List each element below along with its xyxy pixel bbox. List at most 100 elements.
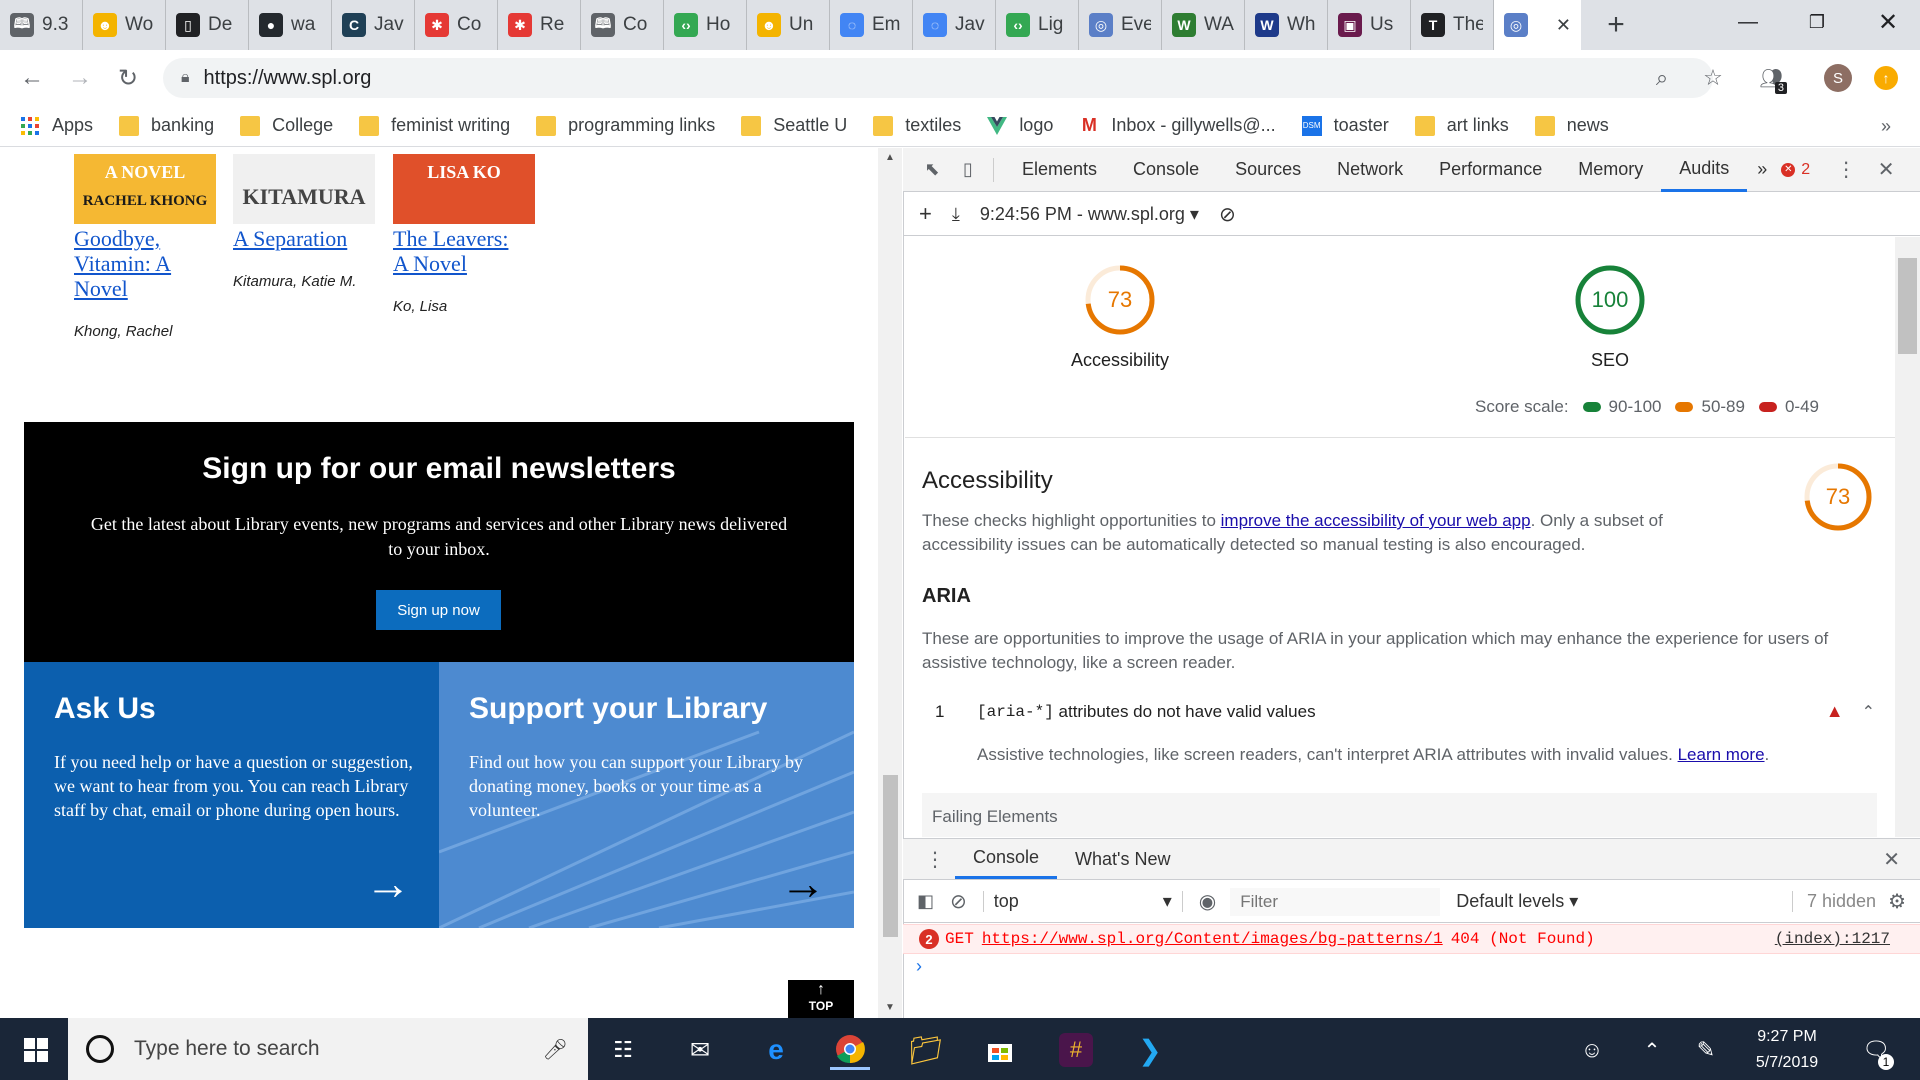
vscode-icon[interactable]: ❯ [1130, 1030, 1170, 1070]
browser-tab[interactable]: C Jav [332, 0, 415, 50]
back-to-top-button[interactable]: ↑ TOP [788, 980, 854, 1018]
page-scrollbar-thumb[interactable] [883, 775, 898, 937]
new-tab-button[interactable]: + [1598, 8, 1634, 42]
browser-tab[interactable]: ✱ Re [498, 0, 581, 50]
taskbar-search-box[interactable]: Type here to search 🎤︎ [68, 1018, 588, 1080]
sidebar-toggle-icon[interactable]: ◧ [917, 891, 934, 912]
score-gauge[interactable]: 73 [1084, 264, 1156, 339]
error-counter[interactable]: ✕ 2 [1781, 161, 1810, 179]
browser-tab[interactable]: ▯ De [166, 0, 249, 50]
improve-accessibility-link[interactable]: improve the accessibility of your web ap… [1221, 511, 1531, 530]
score-gauge[interactable]: 100 [1574, 264, 1646, 339]
close-devtools-icon[interactable]: ✕ [1874, 157, 1898, 182]
bookmark-item[interactable]: College [240, 115, 333, 136]
console-prompt[interactable]: › [916, 956, 922, 977]
scroll-down-icon[interactable]: ▼ [883, 1000, 897, 1014]
browser-tab[interactable]: W WA [1162, 0, 1245, 50]
devtools-tab[interactable]: Elements [1004, 148, 1115, 192]
browser-tab[interactable]: ☻ Un [747, 0, 830, 50]
file-explorer-icon[interactable]: 📁︎ [906, 1030, 946, 1070]
drawer-tab[interactable]: What's New [1057, 839, 1188, 879]
sign-up-button[interactable]: Sign up now [376, 590, 501, 630]
gear-icon[interactable]: ⚙ [1888, 889, 1906, 914]
bookmark-star-icon[interactable]: ☆ [1696, 62, 1730, 94]
back-button[interactable]: ← [14, 60, 50, 96]
download-icon[interactable]: ⤓ [952, 204, 960, 225]
bookmark-item[interactable]: Apps [20, 115, 93, 136]
bookmark-item[interactable]: Seattle U [741, 115, 847, 136]
browser-tab[interactable]: ◌ Jav [913, 0, 996, 50]
edge-icon[interactable]: e [756, 1030, 796, 1070]
zoom-icon[interactable]: ⌕ [1645, 62, 1679, 94]
browser-tab[interactable]: ◎ Eve [1079, 0, 1162, 50]
store-icon[interactable] [980, 1030, 1020, 1070]
clear-icon[interactable]: ⊘ [1219, 202, 1236, 227]
pen-icon[interactable]: ✎ [1686, 1030, 1726, 1070]
task-view-icon[interactable]: ☷ [603, 1030, 643, 1070]
browser-tab[interactable]: ◌ Em [830, 0, 913, 50]
bookmark-item[interactable]: M Inbox - gillywells@... [1079, 115, 1276, 136]
drawer-tab[interactable]: Console [955, 839, 1058, 879]
learn-more-link[interactable]: Learn more [1678, 745, 1765, 764]
device-toolbar-icon[interactable]: ▯ [953, 159, 983, 180]
eye-icon[interactable]: ◉ [1199, 889, 1216, 914]
book-cover[interactable]: KITAMURA [233, 154, 375, 224]
book-title-link[interactable]: The Leavers: A Novel [393, 226, 508, 276]
browser-tab[interactable]: 🕮︎ 9.3 [0, 0, 83, 50]
bookmarks-overflow-icon[interactable]: » [1872, 112, 1900, 140]
browser-tab[interactable]: W Wh [1245, 0, 1328, 50]
browser-tab[interactable]: ‹› Ho [664, 0, 747, 50]
error-source-link[interactable]: (index):1217 [1775, 930, 1890, 948]
arrow-right-icon[interactable]: → [365, 860, 411, 906]
close-drawer-icon[interactable]: ✕ [1883, 847, 1900, 872]
book-cover[interactable]: A NOVEL RACHEL KHONG [74, 154, 216, 224]
scroll-up-icon[interactable]: ▲ [883, 150, 897, 164]
system-clock[interactable]: 9:27 PM 5/7/2019 [1742, 1024, 1832, 1076]
close-tab-icon[interactable]: ✕ [1556, 15, 1571, 36]
profile-avatar[interactable]: S [1824, 64, 1852, 92]
tray-chevron-icon[interactable]: ⌃ [1632, 1030, 1672, 1070]
bookmark-item[interactable]: art links [1414, 115, 1509, 136]
context-select[interactable]: top ▾ [982, 891, 1183, 912]
devtools-tab[interactable]: Sources [1217, 148, 1319, 192]
microphone-icon[interactable]: 🎤︎ [543, 1037, 568, 1062]
log-levels-select[interactable]: Default levels ▾ [1456, 891, 1578, 912]
extension-button[interactable]: 👥︎ 3 [1755, 62, 1789, 94]
kebab-menu-icon[interactable]: ⋮ [1836, 157, 1856, 182]
browser-tab[interactable]: ▣ Us [1328, 0, 1411, 50]
browser-tab[interactable]: ✱ Co [415, 0, 498, 50]
console-filter-input[interactable] [1230, 887, 1441, 916]
bookmark-item[interactable]: banking [119, 115, 214, 136]
update-arrow-icon[interactable]: ↑ [1874, 66, 1898, 90]
clear-console-icon[interactable]: ⊘ [950, 889, 967, 914]
ask-us-panel[interactable]: Ask Us If you need help or have a questi… [24, 662, 439, 928]
book-cover[interactable]: LISA KO [393, 154, 535, 224]
forward-button[interactable]: → [62, 60, 98, 96]
active-browser-tab[interactable]: ◎ ✕ [1494, 0, 1581, 50]
bookmark-item[interactable]: textiles [873, 115, 961, 136]
bookmark-item[interactable]: programming links [536, 115, 715, 136]
chrome-icon[interactable] [830, 1030, 870, 1070]
browser-tab[interactable]: T The [1411, 0, 1494, 50]
people-icon[interactable]: ☺ [1572, 1030, 1612, 1070]
browser-tab[interactable]: ☻ Wo [83, 0, 166, 50]
restore-button[interactable]: ❐ [1785, 0, 1849, 44]
chevron-up-icon[interactable]: ⌃ [1862, 702, 1875, 722]
slack-icon[interactable]: # [1056, 1030, 1096, 1070]
mail-icon[interactable]: ✉ [680, 1030, 720, 1070]
browser-tab[interactable]: ‹› Lig [996, 0, 1079, 50]
bookmark-item[interactable]: feminist writing [359, 115, 510, 136]
drawer-menu-icon[interactable]: ⋮ [925, 847, 945, 872]
bookmark-item[interactable]: logo [987, 115, 1053, 136]
reload-button[interactable]: ↻ [110, 60, 146, 96]
notification-icon[interactable]: 🗨︎ 1 [1856, 1030, 1896, 1070]
window-close-button[interactable]: ✕ [1856, 0, 1920, 44]
report-select[interactable]: 9:24:56 PM - www.spl.org ▾ [980, 204, 1199, 225]
audit-item-aria-valid[interactable]: 1 [aria-*] attributes do not have valid … [935, 701, 1875, 722]
bookmark-item[interactable]: news [1534, 115, 1609, 136]
devtools-tab[interactable]: Network [1319, 148, 1421, 192]
inspect-element-icon[interactable]: ⬉ [917, 159, 947, 180]
devtools-tab[interactable]: Console [1115, 148, 1217, 192]
address-bar[interactable]: 🔒︎ https://www.spl.org [163, 58, 1713, 98]
arrow-right-icon[interactable]: → [780, 860, 826, 906]
